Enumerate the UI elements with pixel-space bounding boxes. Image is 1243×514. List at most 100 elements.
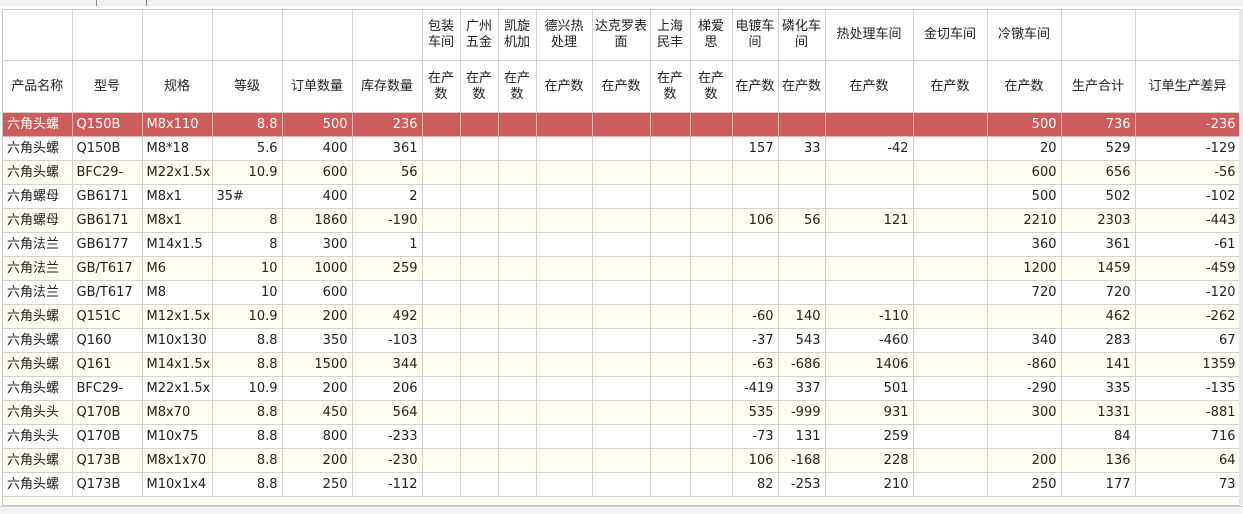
cell-order-diff[interactable]: -61 xyxy=(1135,232,1240,257)
cell-pack-wip[interactable] xyxy=(422,232,461,257)
cell-dd-wip[interactable]: -73 xyxy=(732,424,779,449)
cell-ld-wip[interactable]: 500 xyxy=(987,184,1062,209)
cell-sh-wip[interactable] xyxy=(650,400,691,425)
cell-gz-wip[interactable] xyxy=(460,136,499,161)
cell-rcl-wip[interactable]: 501 xyxy=(825,376,914,401)
cell-pack-wip[interactable] xyxy=(422,304,461,329)
table-row[interactable]: 六角头螺 Q173B M8x1x70 8.8 200 -230 106 -168 228 200 1… xyxy=(3,448,1240,473)
cell-ld-wip[interactable]: 250 xyxy=(987,472,1062,497)
cell-ld-wip[interactable]: 300 xyxy=(987,400,1062,425)
cell-sh-wip[interactable] xyxy=(650,352,691,377)
cell-rcl-wip[interactable]: 228 xyxy=(825,448,914,473)
cell-dx-wip[interactable] xyxy=(536,256,593,281)
cell-sh-wip[interactable] xyxy=(650,160,691,185)
table-row[interactable]: 六角头螺 Q160 M10x130 8.8 350 -103 -37 543 -460 340 28… xyxy=(3,328,1240,353)
cell-pack-wip[interactable] xyxy=(422,424,461,449)
cell-sh-wip[interactable] xyxy=(650,232,691,257)
cell-rcl-wip[interactable] xyxy=(825,280,914,305)
cell-product-name[interactable]: 六角头螺 xyxy=(3,376,73,401)
cell-ld-wip[interactable]: 200 xyxy=(987,448,1062,473)
cell-gz-wip[interactable] xyxy=(460,472,499,497)
cell-sh-wip[interactable] xyxy=(650,136,691,161)
table-row[interactable]: 六角头螺 Q150B M8x110 8.8 500 236 500 736 -236 xyxy=(3,112,1240,137)
cell-sh-wip[interactable] xyxy=(650,424,691,449)
cell-product-name[interactable]: 六角头螺 xyxy=(3,472,73,497)
cell-jq-wip[interactable] xyxy=(913,352,988,377)
cell-sh-wip[interactable] xyxy=(650,208,691,233)
cell-rcl-wip[interactable]: 931 xyxy=(825,400,914,425)
cell-spec[interactable]: M8x1 xyxy=(142,184,213,209)
cell-dd-wip[interactable]: -419 xyxy=(732,376,779,401)
cell-order-qty[interactable]: 200 xyxy=(282,448,353,473)
cell-dkl-wip[interactable] xyxy=(592,280,651,305)
cell-ld-wip[interactable]: 500 xyxy=(987,112,1062,137)
cell-gz-wip[interactable] xyxy=(460,280,499,305)
cell-tas-wip[interactable] xyxy=(690,400,733,425)
cell-stock-qty[interactable]: -112 xyxy=(352,472,423,497)
cell-pack-wip[interactable] xyxy=(422,208,461,233)
cell-jq-wip[interactable] xyxy=(913,424,988,449)
cell-tas-wip[interactable] xyxy=(690,232,733,257)
cell-sh-wip[interactable] xyxy=(650,112,691,137)
cell-dd-wip[interactable] xyxy=(732,184,779,209)
cell-lh-wip[interactable] xyxy=(778,160,826,185)
cell-order-diff[interactable]: -459 xyxy=(1135,256,1240,281)
cell-product-name[interactable]: 六角头螺 xyxy=(3,136,73,161)
cell-gz-wip[interactable] xyxy=(460,352,499,377)
cell-model[interactable]: GB/T617 xyxy=(72,256,143,281)
cell-jq-wip[interactable] xyxy=(913,112,988,137)
cell-order-qty[interactable]: 250 xyxy=(282,472,353,497)
cell-ld-wip[interactable]: -290 xyxy=(987,376,1062,401)
cell-lh-wip[interactable]: -999 xyxy=(778,400,826,425)
cell-product-name[interactable]: 六角头螺 xyxy=(3,112,73,137)
cell-dd-wip[interactable] xyxy=(732,232,779,257)
cell-sh-wip[interactable] xyxy=(650,280,691,305)
cell-spec[interactable]: M10x130 xyxy=(142,328,213,353)
cell-dkl-wip[interactable] xyxy=(592,376,651,401)
cell-ld-wip[interactable]: 360 xyxy=(987,232,1062,257)
cell-production-total[interactable]: 1331 xyxy=(1061,400,1136,425)
cell-dkl-wip[interactable] xyxy=(592,184,651,209)
column-header-lh-wip[interactable]: 在产数 xyxy=(778,60,826,113)
cell-jq-wip[interactable] xyxy=(913,136,988,161)
cell-tas-wip[interactable] xyxy=(690,256,733,281)
cell-production-total[interactable]: 736 xyxy=(1061,112,1136,137)
table-row[interactable]: 六角头螺 BFC29- M22x1.5x 10.9 600 56 600 656 -56 xyxy=(3,160,1240,185)
cell-kx-wip[interactable] xyxy=(498,448,537,473)
cell-lh-wip[interactable]: 33 xyxy=(778,136,826,161)
cell-gz-wip[interactable] xyxy=(460,112,499,137)
cell-model[interactable]: GB/T617 xyxy=(72,280,143,305)
cell-sh-wip[interactable] xyxy=(650,376,691,401)
cell-grade[interactable]: 10.9 xyxy=(212,160,283,185)
cell-tas-wip[interactable] xyxy=(690,328,733,353)
cell-ld-wip[interactable]: 340 xyxy=(987,328,1062,353)
cell-kx-wip[interactable] xyxy=(498,472,537,497)
cell-grade[interactable]: 8 xyxy=(212,232,283,257)
cell-order-qty[interactable]: 800 xyxy=(282,424,353,449)
cell-production-total[interactable]: 462 xyxy=(1061,304,1136,329)
cell-grade[interactable]: 8.8 xyxy=(212,472,283,497)
cell-pack-wip[interactable] xyxy=(422,160,461,185)
cell-order-qty[interactable]: 200 xyxy=(282,304,353,329)
cell-dkl-wip[interactable] xyxy=(592,424,651,449)
cell-ld-wip[interactable]: 600 xyxy=(987,160,1062,185)
cell-kx-wip[interactable] xyxy=(498,328,537,353)
cell-kx-wip[interactable] xyxy=(498,232,537,257)
column-header-dd-wip[interactable]: 在产数 xyxy=(732,60,779,113)
cell-lh-wip[interactable] xyxy=(778,256,826,281)
cell-grade[interactable]: 10 xyxy=(212,256,283,281)
cell-stock-qty[interactable]: 206 xyxy=(352,376,423,401)
cell-dkl-wip[interactable] xyxy=(592,160,651,185)
table-row[interactable]: 六角头头 Q170B M10x75 8.8 800 -233 -73 131 259 84 716 xyxy=(3,424,1240,449)
cell-dx-wip[interactable] xyxy=(536,232,593,257)
cell-dd-wip[interactable]: 157 xyxy=(732,136,779,161)
cell-grade[interactable]: 8.8 xyxy=(212,328,283,353)
cell-kx-wip[interactable] xyxy=(498,424,537,449)
cell-sh-wip[interactable] xyxy=(650,304,691,329)
cell-stock-qty[interactable]: 236 xyxy=(352,112,423,137)
cell-spec[interactable]: M10x1x4 xyxy=(142,472,213,497)
column-header-production-total[interactable]: 生产合计 xyxy=(1061,60,1136,113)
cell-order-diff[interactable]: -120 xyxy=(1135,280,1240,305)
cell-jq-wip[interactable] xyxy=(913,208,988,233)
cell-dd-wip[interactable] xyxy=(732,256,779,281)
